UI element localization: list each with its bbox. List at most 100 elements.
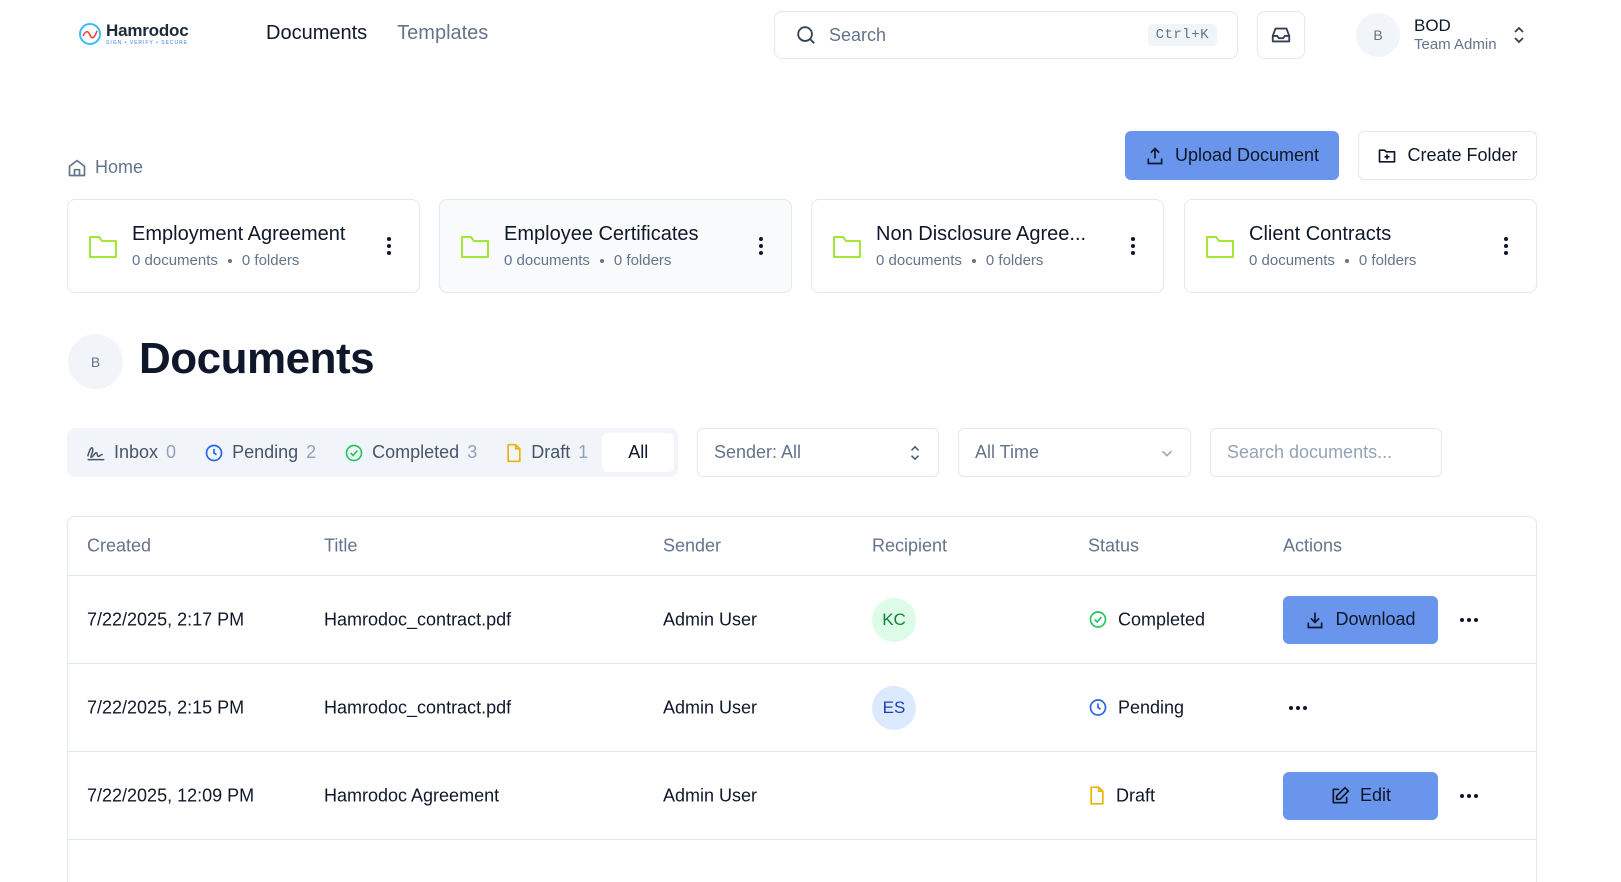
- folder-subfolder-count: 0 folders: [985, 252, 1044, 269]
- folder-doc-count: 0 documents: [132, 252, 218, 269]
- app-logo[interactable]: Hamrodoc SIGN • VERIFY • SECURE: [78, 22, 189, 46]
- folder-name: Employee Certificates: [504, 223, 699, 245]
- table-row[interactable]: 7/22/2025, 2:17 PM Hamrodoc_contract.pdf…: [68, 576, 1536, 664]
- folder-menu-icon[interactable]: [1496, 237, 1516, 255]
- folder-subfolder-count: 0 folders: [1358, 252, 1417, 269]
- column-header-created[interactable]: Created: [87, 536, 151, 557]
- tab-inbox[interactable]: Inbox 0: [72, 433, 190, 472]
- tab-label: Inbox: [114, 442, 159, 462]
- nav-documents[interactable]: Documents: [266, 22, 367, 45]
- document-title[interactable]: Hamrodoc_contract.pdf: [324, 697, 511, 718]
- download-icon: [1307, 612, 1323, 628]
- user-name: BOD: [1414, 15, 1451, 35]
- tab-count: 2: [306, 442, 317, 462]
- folder-card[interactable]: Non Disclosure Agree... 0 documents 0 fol…: [811, 199, 1164, 293]
- user-menu[interactable]: B BOD Team Admin: [1356, 13, 1527, 57]
- document-search-placeholder: Search documents...: [1227, 442, 1393, 462]
- folder-menu-icon[interactable]: [379, 237, 399, 255]
- inbox-button[interactable]: [1257, 11, 1305, 59]
- check-circle-icon: [1089, 611, 1107, 628]
- more-options-icon[interactable]: [1460, 793, 1478, 798]
- column-header-sender[interactable]: Sender: [663, 536, 721, 557]
- tab-pending[interactable]: Pending 2: [190, 433, 330, 472]
- folder-icon: [1206, 236, 1234, 258]
- document-title[interactable]: Hamrodoc Agreement: [324, 785, 499, 806]
- time-filter-value: All Time: [975, 442, 1040, 462]
- tab-draft[interactable]: Draft 1: [491, 433, 602, 472]
- create-folder-button[interactable]: Create Folder: [1358, 131, 1537, 180]
- logo-mark-icon: [79, 23, 101, 45]
- sender-name: Admin User: [663, 785, 758, 805]
- time-filter[interactable]: All Time: [958, 428, 1191, 477]
- table-header: Created Title Sender Recipient Status Ac…: [68, 517, 1536, 576]
- folder-doc-count: 0 documents: [1249, 252, 1335, 269]
- chevron-up-down-icon: [910, 445, 920, 460]
- global-search[interactable]: Search Ctrl+K: [774, 11, 1238, 59]
- chevron-up-down-icon: [1513, 26, 1524, 44]
- team-avatar: B: [68, 334, 123, 389]
- folder-subfolder-count: 0 folders: [613, 252, 672, 269]
- column-header-recipient[interactable]: Recipient: [872, 536, 947, 557]
- more-options-icon[interactable]: [1289, 705, 1307, 710]
- folder-subfolder-count: 0 folders: [241, 252, 300, 269]
- column-header-title[interactable]: Title: [324, 536, 357, 557]
- table-row[interactable]: 7/22/2025, 12:09 PM Hamrodoc Agreement A…: [68, 752, 1536, 840]
- clock-icon: [205, 444, 223, 461]
- logo-tagline: SIGN • VERIFY • SECURE: [106, 40, 189, 46]
- download-button[interactable]: Download: [1283, 595, 1438, 644]
- main-nav: Documents Templates: [266, 22, 488, 45]
- search-icon: [797, 26, 815, 44]
- folder-menu-icon[interactable]: [1123, 237, 1143, 255]
- folder-doc-count: 0 documents: [504, 252, 590, 269]
- recipient-avatar[interactable]: ES: [872, 685, 916, 730]
- inbox-icon: [1271, 27, 1291, 43]
- tab-count: 1: [578, 442, 589, 462]
- document-search-input[interactable]: Search documents...: [1210, 428, 1442, 477]
- tab-label: Draft: [531, 442, 571, 462]
- tab-all[interactable]: All: [602, 433, 675, 472]
- row-actions: Download: [1283, 595, 1478, 644]
- sender-filter[interactable]: Sender: All: [697, 428, 939, 477]
- row-actions: Edit: [1283, 771, 1478, 820]
- folder-icon: [89, 236, 117, 258]
- upload-document-label: Upload Document: [1174, 145, 1320, 165]
- folder-card[interactable]: Employee Certificates 0 documents 0 folde…: [439, 199, 792, 293]
- user-role: Team Admin: [1414, 36, 1497, 54]
- upload-document-button[interactable]: Upload Document: [1125, 131, 1339, 180]
- status-label: Completed: [1118, 609, 1206, 629]
- nav-templates[interactable]: Templates: [397, 22, 488, 45]
- table-row[interactable]: 7/22/2025, 2:15 PM Hamrodoc_contract.pdf…: [68, 664, 1536, 752]
- home-icon: [68, 159, 86, 176]
- search-shortcut: Ctrl+K: [1147, 24, 1217, 46]
- column-header-status[interactable]: Status: [1088, 536, 1139, 557]
- upload-icon: [1147, 146, 1163, 164]
- create-folder-label: Create Folder: [1407, 145, 1518, 165]
- recipient-cell: KC: [872, 597, 916, 642]
- recipient-avatar[interactable]: KC: [872, 597, 916, 642]
- status-tabs: Inbox 0 Pending 2 Completed 3 Draft 1 Al…: [67, 428, 678, 477]
- folder-plus-icon: [1379, 148, 1396, 163]
- breadcrumb[interactable]: Home: [67, 157, 143, 178]
- tab-count: 0: [166, 442, 177, 462]
- status-label: Draft: [1116, 785, 1156, 805]
- file-icon: [1090, 786, 1104, 805]
- sender-filter-value: Sender: All: [714, 442, 802, 462]
- folder-menu-icon[interactable]: [751, 237, 771, 255]
- recipient-cell: ES: [872, 685, 916, 730]
- more-options-icon[interactable]: [1460, 617, 1478, 622]
- folder-icon: [461, 236, 489, 258]
- edit-icon: [1332, 786, 1350, 803]
- tab-count: 3: [467, 442, 478, 462]
- tab-completed[interactable]: Completed 3: [330, 433, 491, 472]
- folder-card[interactable]: Employment Agreement 0 documents 0 folder…: [67, 199, 420, 293]
- folder-card[interactable]: Client Contracts 0 documents 0 folders: [1184, 199, 1537, 293]
- tab-label: All: [628, 442, 649, 462]
- folder-icon: [833, 236, 861, 258]
- created-date: 7/22/2025, 2:17 PM: [87, 609, 245, 629]
- edit-button[interactable]: Edit: [1283, 771, 1438, 820]
- folder-name: Employment Agreement: [132, 223, 346, 245]
- column-header-actions: Actions: [1283, 535, 1343, 556]
- tab-label: Completed: [372, 442, 460, 462]
- sender-name: Admin User: [663, 609, 758, 629]
- document-title[interactable]: Hamrodoc_contract.pdf: [324, 609, 511, 630]
